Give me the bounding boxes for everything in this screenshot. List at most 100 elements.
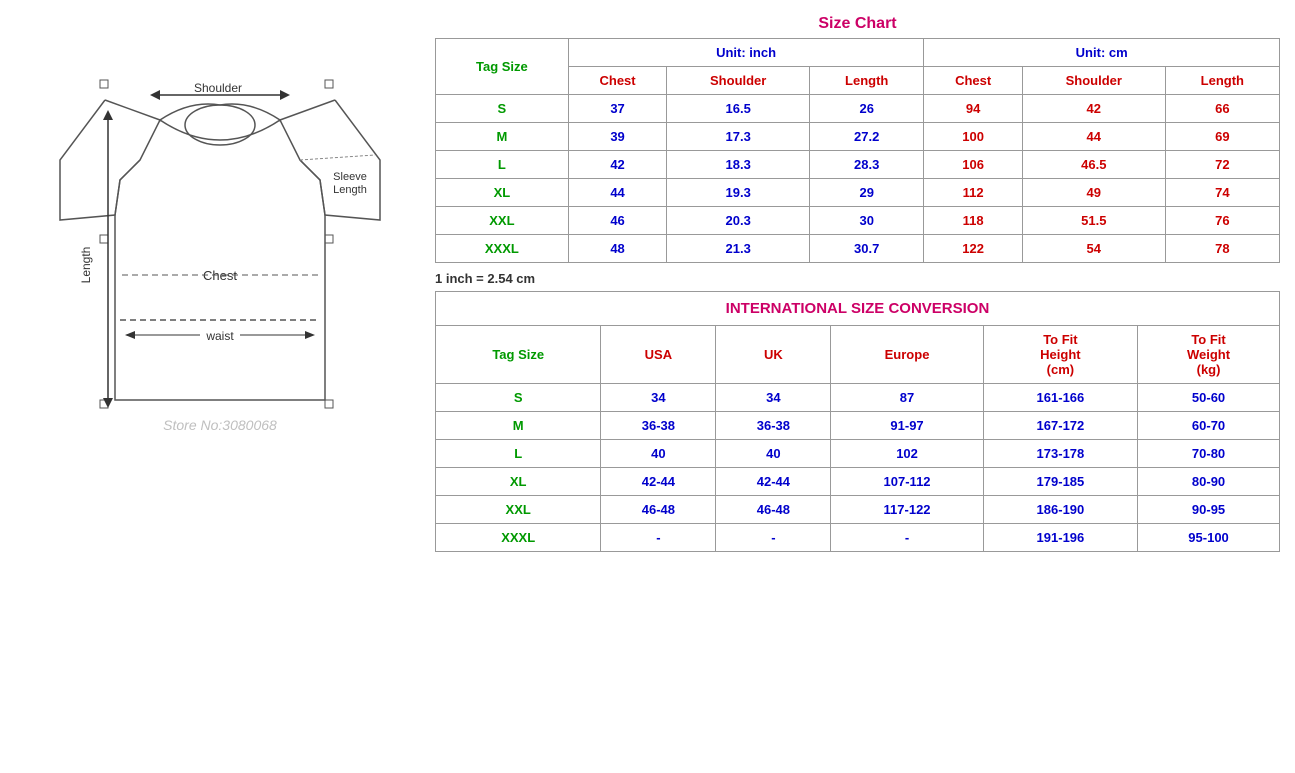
col-length-cm: Length — [1165, 67, 1279, 95]
table-row: XL 42-44 42-44 107-112 179-185 80-90 — [436, 468, 1280, 496]
conv-height-cell: 191-196 — [983, 524, 1137, 552]
chest-inch-cell: 44 — [568, 179, 667, 207]
length-cm-cell: 78 — [1165, 235, 1279, 263]
table-row: XXL 46 20.3 30 118 51.5 76 — [436, 207, 1280, 235]
col-length-in: Length — [810, 67, 924, 95]
shoulder-cm-cell: 44 — [1022, 123, 1165, 151]
conv-usa-cell: 40 — [601, 440, 716, 468]
length-cm-cell: 69 — [1165, 123, 1279, 151]
table-row: S 37 16.5 26 94 42 66 — [436, 95, 1280, 123]
table-row: M 36-38 36-38 91-97 167-172 60-70 — [436, 412, 1280, 440]
table-row: XL 44 19.3 29 112 49 74 — [436, 179, 1280, 207]
tshirt-diagram-panel: Shoulder Length Chest waist Sleeve Lengt… — [10, 10, 430, 480]
conv-tag-cell: XXXL — [436, 524, 601, 552]
tag-size-cell: XXL — [436, 207, 569, 235]
chest-cm-cell: 122 — [924, 235, 1023, 263]
unit-inch-header: Unit: inch — [568, 39, 924, 67]
conv-weight-cell: 80-90 — [1138, 468, 1280, 496]
shoulder-inch-cell: 19.3 — [667, 179, 810, 207]
conv-tag-cell: S — [436, 384, 601, 412]
conv-uk-cell: 40 — [716, 440, 831, 468]
chest-cm-cell: 118 — [924, 207, 1023, 235]
length-cm-cell: 72 — [1165, 151, 1279, 179]
length-inch-cell: 28.3 — [810, 151, 924, 179]
length-inch-cell: 27.2 — [810, 123, 924, 151]
chest-cm-cell: 106 — [924, 151, 1023, 179]
conv-usa-cell: 42-44 — [601, 468, 716, 496]
conv-usa-cell: - — [601, 524, 716, 552]
table-row: L 40 40 102 173-178 70-80 — [436, 440, 1280, 468]
conv-height-cell: 173-178 — [983, 440, 1137, 468]
conv-height-cell: 179-185 — [983, 468, 1137, 496]
conv-uk-cell: 42-44 — [716, 468, 831, 496]
length-inch-cell: 29 — [810, 179, 924, 207]
table-row: XXXL - - - 191-196 95-100 — [436, 524, 1280, 552]
conv-weight-cell: 60-70 — [1138, 412, 1280, 440]
tag-size-header: Tag Size — [436, 39, 569, 95]
svg-text:Sleeve: Sleeve — [333, 171, 367, 183]
conv-col-uk: UK — [716, 326, 831, 384]
shoulder-inch-cell: 18.3 — [667, 151, 810, 179]
tag-size-cell: XL — [436, 179, 569, 207]
chest-cm-cell: 100 — [924, 123, 1023, 151]
size-chart-table: Tag Size Unit: inch Unit: cm Chest Shoul… — [435, 38, 1280, 263]
length-inch-cell: 26 — [810, 95, 924, 123]
tag-size-cell: L — [436, 151, 569, 179]
chest-inch-cell: 37 — [568, 95, 667, 123]
length-cm-cell: 66 — [1165, 95, 1279, 123]
table-row: L 42 18.3 28.3 106 46.5 72 — [436, 151, 1280, 179]
chest-inch-cell: 42 — [568, 151, 667, 179]
tag-size-cell: S — [436, 95, 569, 123]
conv-europe-cell: 102 — [831, 440, 983, 468]
col-chest-in: Chest — [568, 67, 667, 95]
col-shoulder-in: Shoulder — [667, 67, 810, 95]
conv-tag-size-header: Tag Size — [436, 326, 601, 384]
conv-usa-cell: 46-48 — [601, 496, 716, 524]
length-inch-cell: 30.7 — [810, 235, 924, 263]
chest-inch-cell: 39 — [568, 123, 667, 151]
conv-col-usa: USA — [601, 326, 716, 384]
chest-cm-cell: 112 — [924, 179, 1023, 207]
conv-uk-cell: 36-38 — [716, 412, 831, 440]
conv-tag-cell: M — [436, 412, 601, 440]
shoulder-cm-cell: 49 — [1022, 179, 1165, 207]
shoulder-cm-cell: 46.5 — [1022, 151, 1165, 179]
conversion-table: INTERNATIONAL SIZE CONVERSION Tag Size U… — [435, 291, 1280, 552]
shoulder-cm-cell: 42 — [1022, 95, 1165, 123]
svg-text:Length: Length — [333, 184, 367, 196]
conv-europe-cell: 87 — [831, 384, 983, 412]
svg-text:Length: Length — [79, 247, 93, 284]
conv-tag-cell: XL — [436, 468, 601, 496]
conv-tag-cell: XXL — [436, 496, 601, 524]
col-chest-cm: Chest — [924, 67, 1023, 95]
tag-size-cell: M — [436, 123, 569, 151]
svg-text:Store No:3080068: Store No:3080068 — [163, 417, 277, 433]
col-shoulder-cm: Shoulder — [1022, 67, 1165, 95]
conv-europe-cell: - — [831, 524, 983, 552]
inch-note: 1 inch = 2.54 cm — [435, 271, 1280, 286]
length-cm-cell: 76 — [1165, 207, 1279, 235]
conv-weight-cell: 90-95 — [1138, 496, 1280, 524]
conv-uk-cell: 34 — [716, 384, 831, 412]
table-row: S 34 34 87 161-166 50-60 — [436, 384, 1280, 412]
conv-uk-cell: - — [716, 524, 831, 552]
size-chart-panel: Size Chart Tag Size Unit: inch Unit: cm … — [430, 10, 1285, 565]
svg-text:waist: waist — [205, 329, 234, 343]
tshirt-svg: Shoulder Length Chest waist Sleeve Lengt… — [40, 20, 400, 470]
chest-inch-cell: 46 — [568, 207, 667, 235]
shoulder-inch-cell: 17.3 — [667, 123, 810, 151]
conv-usa-cell: 36-38 — [601, 412, 716, 440]
conv-tag-cell: L — [436, 440, 601, 468]
conversion-title: INTERNATIONAL SIZE CONVERSION — [436, 292, 1280, 326]
svg-text:Shoulder: Shoulder — [194, 81, 242, 95]
table-row: XXL 46-48 46-48 117-122 186-190 90-95 — [436, 496, 1280, 524]
chest-cm-cell: 94 — [924, 95, 1023, 123]
conv-col-height: To FitHeight(cm) — [983, 326, 1137, 384]
tag-size-cell: XXXL — [436, 235, 569, 263]
shoulder-cm-cell: 51.5 — [1022, 207, 1165, 235]
conv-uk-cell: 46-48 — [716, 496, 831, 524]
shoulder-inch-cell: 16.5 — [667, 95, 810, 123]
conv-weight-cell: 70-80 — [1138, 440, 1280, 468]
shoulder-cm-cell: 54 — [1022, 235, 1165, 263]
length-inch-cell: 30 — [810, 207, 924, 235]
